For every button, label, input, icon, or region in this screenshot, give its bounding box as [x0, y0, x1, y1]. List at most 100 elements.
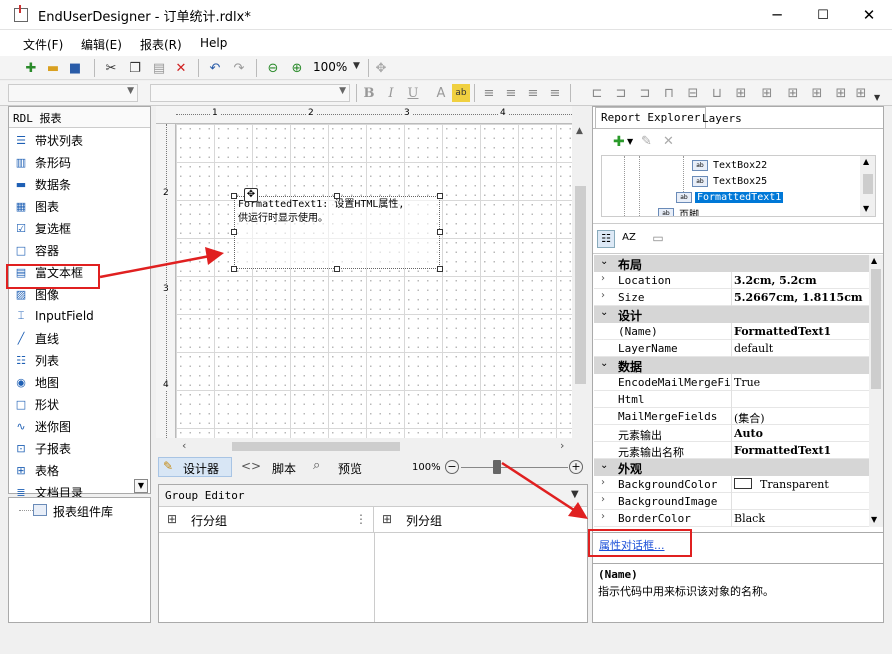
property-row[interactable]: 元素输出 Auto [594, 425, 869, 442]
edit-icon[interactable]: ✎ [641, 134, 652, 149]
undo-icon[interactable]: ↶ [206, 59, 224, 77]
same-width-icon[interactable]: ⊞ [732, 84, 750, 102]
delete-icon[interactable]: ✕ [663, 134, 674, 149]
property-row[interactable]: 元素输出名称 FormattedText1 [594, 442, 869, 459]
toolbox-item[interactable]: ◉ 地图 [11, 371, 148, 393]
move-handle-icon[interactable]: ✥ [244, 188, 258, 202]
property-row[interactable]: Html [594, 391, 869, 408]
zoom-combo[interactable]: 100% [313, 60, 347, 74]
underline-button[interactable]: U [404, 84, 422, 102]
property-row[interactable]: (Name) FormattedText1 [594, 323, 869, 340]
explorer-tree-item[interactable]: ab TextBox25 [692, 174, 769, 189]
font-combo[interactable]: ▼ [150, 84, 350, 102]
library-label[interactable]: 报表组件库 [53, 503, 113, 520]
align-justify-icon[interactable]: ≡ [546, 84, 564, 102]
scroll-thumb[interactable] [232, 442, 400, 451]
tab-preview[interactable]: 预览 [338, 460, 362, 477]
property-row[interactable]: › BackgroundColor Transparent [594, 476, 869, 493]
expand-icon[interactable]: › [601, 494, 605, 505]
toolbar-overflow-icon[interactable]: ▼ [874, 93, 880, 102]
property-row[interactable]: › BackgroundImage [594, 493, 869, 510]
expand-icon[interactable]: › [601, 477, 605, 488]
property-value[interactable]: Auto [734, 427, 763, 440]
resize-handle[interactable] [334, 266, 340, 272]
toolbox-item[interactable]: ⌶ InputField [11, 305, 148, 327]
add-icon[interactable]: ✚ [613, 134, 625, 150]
scroll-up-icon[interactable]: ▲ [576, 126, 583, 136]
resize-handle[interactable] [437, 229, 443, 235]
cut-icon[interactable]: ✂ [102, 59, 120, 77]
chevron-down-icon[interactable]: ▼ [571, 489, 579, 500]
scroll-thumb[interactable] [575, 186, 586, 384]
property-pages-icon[interactable]: ▭ [649, 230, 667, 248]
property-value[interactable]: 5.2667cm, 1.8115cm [734, 291, 863, 304]
toolbox-item[interactable]: ▦ 图表 [11, 195, 148, 217]
resize-handle[interactable] [231, 229, 237, 235]
maximize-button[interactable]: ☐ [800, 0, 846, 30]
menu-edit[interactable]: 编辑(E) [81, 36, 122, 53]
property-value[interactable]: (集合) [734, 412, 765, 425]
align-rights-icon[interactable]: ⊐ [636, 84, 654, 102]
canvas-vertical-scrollbar[interactable]: ▲ [572, 124, 589, 438]
property-value-cell[interactable]: True [734, 376, 869, 389]
zoom-out-button[interactable]: − [445, 460, 459, 474]
property-value[interactable]: Transparent [760, 478, 829, 491]
collapse-icon[interactable]: ⌄ [600, 358, 608, 369]
toolbox-item[interactable]: ⊞ 表格 [11, 459, 148, 481]
spacing-vert-icon[interactable]: ⊞ [832, 84, 850, 102]
expand-icon[interactable]: › [601, 273, 605, 284]
toolbox-item[interactable]: ▬ 数据条 [11, 173, 148, 195]
toolbox-item[interactable]: ∿ 迷你图 [11, 415, 148, 437]
align-center-icon[interactable]: ≡ [502, 84, 520, 102]
align-left-icon[interactable]: ≡ [480, 84, 498, 102]
zoom-slider-thumb[interactable] [493, 460, 501, 474]
menu-report[interactable]: 报表(R) [140, 36, 182, 53]
design-canvas[interactable]: FormattedText1: 设置HTML属性, 供运行时显示使用。 ✥ [176, 124, 572, 438]
align-tops-icon[interactable]: ⊓ [660, 84, 678, 102]
resize-handle[interactable] [437, 193, 443, 199]
style-combo[interactable]: ▼ [8, 84, 138, 102]
toolbox-item[interactable]: ╱ 直线 [11, 327, 148, 349]
align-lefts-icon[interactable]: ⊏ [588, 84, 606, 102]
font-color-icon[interactable]: A [432, 84, 450, 102]
explorer-tree-item[interactable]: ab 页脚 [658, 206, 701, 216]
zoom-out-icon[interactable]: ⊖ [264, 59, 282, 77]
scroll-down-icon[interactable]: ▼ [871, 515, 877, 524]
tab-layers[interactable]: Layers [697, 109, 747, 130]
tab-designer[interactable]: ✎ 设计器 [158, 457, 232, 477]
scroll-right-icon[interactable]: › [560, 439, 564, 452]
delete-icon[interactable]: ✕ [172, 59, 190, 77]
property-row[interactable]: › BorderColor Black [594, 510, 869, 527]
toolbox-item[interactable]: ☰ 带状列表 [11, 129, 148, 151]
resize-handle[interactable] [231, 266, 237, 272]
same-size-icon[interactable]: ⊞ [784, 84, 802, 102]
spacing-icon[interactable]: ⊞ [808, 84, 826, 102]
alphabetical-icon[interactable]: AZ [620, 230, 638, 248]
zoom-in-icon[interactable]: ⊕ [288, 59, 306, 77]
save-icon[interactable]: ■ [66, 59, 84, 77]
property-row[interactable]: LayerName default [594, 340, 869, 357]
property-row[interactable]: MailMergeFields (集合) [594, 408, 869, 425]
paste-icon[interactable]: ▤ [150, 59, 168, 77]
property-value[interactable]: FormattedText1 [734, 444, 831, 457]
toolbox-item[interactable]: ☷ 列表 [11, 349, 148, 371]
property-value-cell[interactable]: Auto [734, 427, 869, 440]
align-centers-icon[interactable]: ⊐ [612, 84, 630, 102]
tab-script[interactable]: 脚本 [272, 460, 296, 477]
explorer-tree-item[interactable]: ab FormattedText1 [676, 190, 784, 205]
collapse-icon[interactable]: ⌄ [600, 307, 608, 318]
chevron-down-icon[interactable]: ▼ [627, 137, 633, 146]
italic-button[interactable]: I [382, 84, 400, 102]
menu-file[interactable]: 文件(F) [23, 36, 63, 53]
resize-handle[interactable] [437, 266, 443, 272]
toolbox-item[interactable]: ▥ 条形码 [11, 151, 148, 173]
explorer-tree-item[interactable]: ab TextBox22 [692, 158, 769, 173]
minimize-button[interactable]: ─ [754, 0, 800, 30]
property-value-cell[interactable]: FormattedText1 [734, 444, 869, 457]
collapse-icon[interactable]: ⌄ [600, 256, 608, 267]
property-category[interactable]: ⌄ 布局 [594, 255, 869, 272]
toolbox-item[interactable]: ☑ 复选框 [11, 217, 148, 239]
same-height-icon[interactable]: ⊞ [758, 84, 776, 102]
scroll-thumb[interactable] [871, 269, 881, 389]
property-row[interactable]: › Size 5.2667cm, 1.8115cm [594, 289, 869, 306]
